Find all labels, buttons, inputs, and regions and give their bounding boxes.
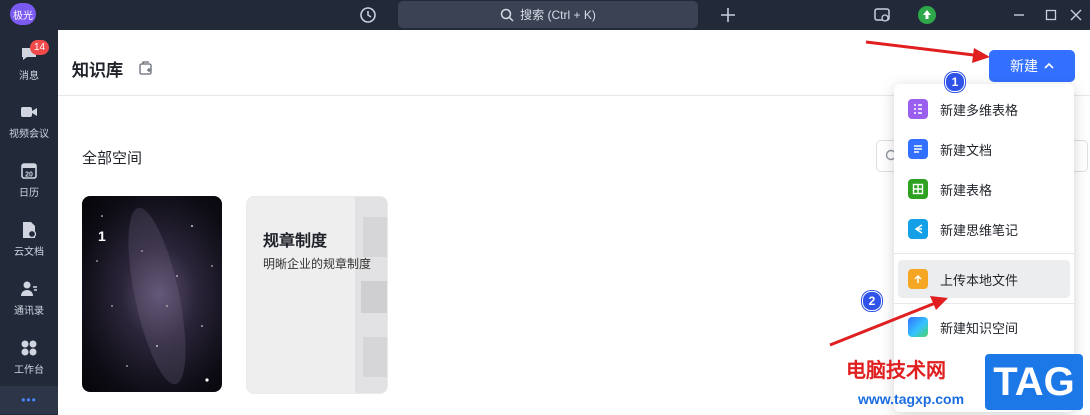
sidebar-item-contacts[interactable]: 通讯录 (0, 273, 58, 323)
upload-icon (908, 269, 928, 289)
wiki-space-icon (908, 317, 928, 337)
new-button-label: 新建 (1010, 58, 1038, 74)
step-1-marker: 1 (945, 72, 965, 92)
upgrade-icon[interactable] (917, 5, 937, 25)
bitable-icon (908, 99, 928, 119)
sidebar-item-video-meeting[interactable]: 视频会议 (0, 96, 58, 146)
cloud-doc-icon (23, 222, 37, 239)
menu-divider (894, 303, 1074, 304)
menu-item-label: 新建表格 (940, 182, 993, 198)
notification-settings-icon[interactable] (872, 5, 892, 25)
contacts-icon (21, 281, 37, 296)
title-bar: 极光 搜索 (Ctrl + K) (0, 0, 1090, 30)
menu-item-new-doc[interactable]: 新建文档 (898, 130, 1070, 168)
sidebar-item-label: 日历 (19, 188, 39, 199)
svg-text:20: 20 (25, 172, 33, 179)
add-icon[interactable] (718, 5, 738, 25)
sidebar-item-label: 工作台 (14, 365, 44, 376)
space-card-title: 规章制度 (263, 233, 328, 250)
menu-item-label: 新建文档 (940, 142, 993, 158)
chevron-up-icon (1044, 62, 1054, 69)
sidebar-item-cloud-docs[interactable]: 云文档 (0, 214, 58, 264)
watermark-site-name: 电脑技术网 (846, 360, 946, 382)
sidebar-item-label: 消息 (19, 71, 39, 82)
calendar-icon: 20 (21, 163, 37, 179)
watermark-tag-logo: TAG (985, 354, 1083, 410)
galaxy-cover-image (96, 207, 213, 385)
wiki-settings-icon[interactable] (138, 60, 154, 81)
menu-item-label: 新建思维笔记 (940, 222, 1019, 238)
workspace-icon (21, 340, 37, 356)
sidebar-item-label: 视频会议 (9, 129, 49, 140)
sheet-icon (908, 179, 928, 199)
more-apps-button[interactable]: ••• (0, 386, 58, 414)
space-card-title: 1 (98, 228, 106, 244)
close-icon[interactable] (1066, 5, 1086, 25)
unread-badge: 14 (30, 40, 50, 55)
step-2-marker: 2 (862, 291, 882, 311)
page-title: 知识库 (72, 61, 123, 80)
menu-divider (894, 253, 1074, 254)
space-card[interactable]: 1 (82, 196, 222, 392)
global-search[interactable]: 搜索 (Ctrl + K) (398, 1, 698, 28)
maximize-icon[interactable] (1041, 5, 1061, 25)
menu-item-new-wiki-space[interactable]: 新建知识空间 (898, 308, 1070, 346)
space-card-description: 明晰企业的规章制度 (263, 257, 372, 271)
sidebar-item-workspace[interactable]: 工作台 (0, 332, 58, 382)
doc-icon (908, 139, 928, 159)
sidebar: 消息 14 视频会议 20 日历 云文档 通讯录 工作台 ••• (0, 30, 58, 415)
menu-item-upload-local-file[interactable]: 上传本地文件 (898, 260, 1070, 298)
search-label: 搜索 (Ctrl + K) (520, 8, 596, 22)
menu-item-new-bitable[interactable]: 新建多维表格 (898, 90, 1070, 128)
search-icon (500, 8, 514, 22)
sidebar-item-label: 通讯录 (14, 306, 44, 317)
space-card[interactable]: 规章制度 明晰企业的规章制度 (246, 196, 388, 394)
sidebar-item-messages[interactable]: 消息 14 (0, 38, 58, 88)
avatar[interactable]: 极光 (10, 3, 36, 25)
menu-item-label: 新建多维表格 (940, 102, 1019, 118)
mindnote-icon (908, 219, 928, 239)
watermark-url: www.tagxp.com (858, 391, 965, 407)
menu-item-new-sheet[interactable]: 新建表格 (898, 170, 1070, 208)
history-icon[interactable] (358, 5, 378, 25)
menu-item-new-mindnote[interactable]: 新建思维笔记 (898, 210, 1070, 248)
menu-item-label: 新建知识空间 (940, 320, 1019, 336)
sidebar-item-label: 云文档 (14, 247, 44, 258)
section-title: 全部空间 (82, 150, 143, 167)
menu-item-label: 上传本地文件 (940, 272, 1019, 288)
sidebar-item-calendar[interactable]: 20 日历 (0, 155, 58, 205)
minimize-icon[interactable] (1009, 5, 1029, 25)
video-camera-icon (21, 107, 37, 117)
new-button[interactable]: 新建 (989, 50, 1075, 82)
